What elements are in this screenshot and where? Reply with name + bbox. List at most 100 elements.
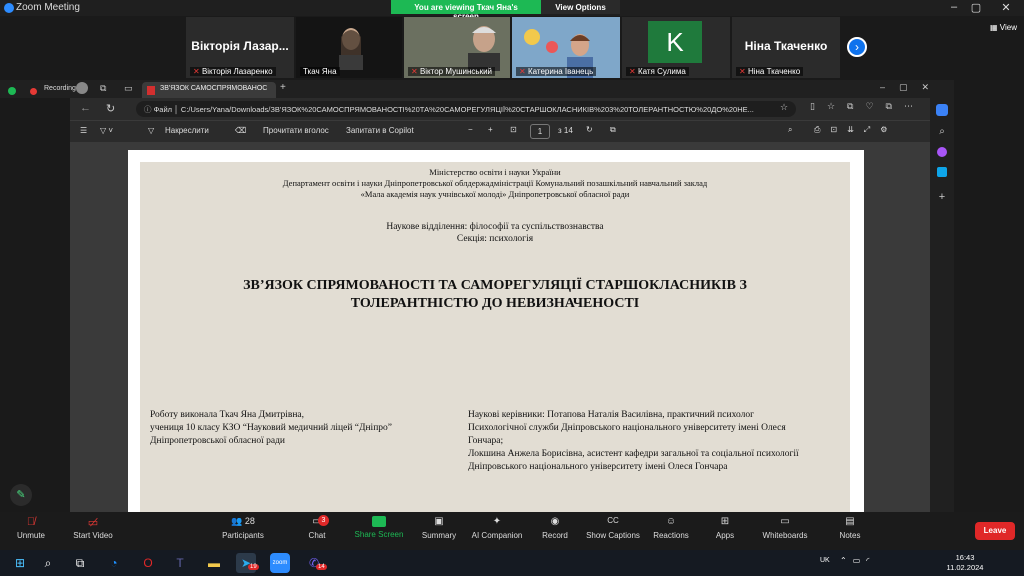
notes-icon: ▤: [845, 516, 855, 527]
page-number-input[interactable]: 1: [530, 124, 550, 139]
back-icon[interactable]: ←: [80, 102, 91, 114]
workspaces-icon[interactable]: ⧉: [100, 83, 106, 94]
participant-display-name: Вікторія Лазар...: [191, 39, 289, 53]
new-tab-button[interactable]: +: [280, 82, 286, 93]
tray-icons[interactable]: ⌃▭◜: [840, 556, 875, 565]
language-indicator[interactable]: UK: [820, 557, 830, 564]
telegram-badge: 19: [248, 564, 259, 570]
summary-icon: ▣: [434, 516, 444, 527]
task-view-icon[interactable]: ⧉: [70, 553, 90, 573]
search-icon[interactable]: ⌕: [788, 125, 792, 135]
view-options-button[interactable]: View Options: [541, 0, 620, 14]
chat-badge: 3: [318, 515, 329, 526]
participant-tile[interactable]: Ткач Яна: [296, 17, 402, 78]
add-icon[interactable]: +: [930, 191, 954, 203]
teams-icon[interactable]: T: [170, 553, 190, 573]
header-line-2: Департамент освіти і науки Дніпропетровс…: [282, 178, 708, 188]
telegram-icon[interactable]: ➤: [236, 553, 256, 573]
annotate-pen-icon[interactable]: ✎: [10, 484, 32, 506]
edge-sidebar: ⌕ +: [930, 98, 954, 512]
viber-icon[interactable]: ✆: [304, 553, 324, 573]
outlook-icon[interactable]: [937, 167, 947, 177]
shield-icon: [8, 87, 16, 95]
unmute-button[interactable]: 🎙̸ Unmute: [0, 516, 66, 540]
chat-label: Chat: [308, 531, 326, 540]
start-video-label: Start Video: [73, 531, 113, 540]
games-icon[interactable]: [937, 147, 947, 157]
browser-window-controls[interactable]: –▢✕: [880, 82, 943, 93]
mic-muted-icon: ✕: [739, 67, 746, 76]
record-label: Record: [542, 531, 568, 540]
participant-name: Катерина Іванець: [527, 67, 594, 76]
url-input[interactable]: ⓘ Файл │ C:/Users/Yana/Downloads/ЗВ'ЯЗОК…: [136, 101, 796, 117]
supervisor-line-5: Дніпровського національного університету…: [468, 462, 728, 472]
file-explorer-icon[interactable]: ▬: [204, 553, 224, 573]
opera-icon[interactable]: O: [138, 553, 158, 573]
draw-icon[interactable]: ▽: [148, 126, 154, 135]
participant-name: Вікторія Лазаренко: [201, 67, 273, 76]
zoom-out-icon[interactable]: −: [468, 125, 473, 134]
author-line-2: учениця 10 класу КЗО “Науковий медичний …: [150, 423, 392, 433]
ask-copilot-button[interactable]: Запитати в Copilot: [346, 126, 414, 135]
notes-button[interactable]: ▤ Notes: [815, 516, 885, 540]
zoom-taskbar-icon[interactable]: zoom: [270, 553, 290, 573]
ai-companion-label: AI Companion: [471, 531, 523, 540]
participant-video: [339, 28, 363, 70]
search-icon[interactable]: ⌕: [930, 126, 954, 137]
mic-muted-icon: ✕: [411, 67, 418, 76]
rotate-icon[interactable]: ↻: [586, 125, 593, 134]
leave-button[interactable]: Leave: [975, 522, 1015, 540]
browser-tab[interactable]: ЗВ'ЯЗОК САМОСПРЯМОВАНОС: [142, 82, 276, 98]
favorite-star-icon[interactable]: ☆: [780, 102, 788, 113]
section-line-2: Секція: психологія: [456, 234, 534, 244]
page-view-icon[interactable]: ⧉: [610, 125, 616, 135]
zoom-in-icon[interactable]: +: [488, 125, 493, 134]
view-label: View: [999, 23, 1017, 32]
mic-off-icon: 🎙̸: [26, 516, 36, 528]
minimize-icon[interactable]: –: [944, 1, 964, 13]
filter-icon[interactable]: ▽ ˅: [100, 126, 113, 135]
search-icon[interactable]: ⌕: [38, 553, 58, 573]
info-icon: ⓘ: [144, 105, 152, 114]
participant-tile[interactable]: K ✕ Катя Сулима: [622, 17, 730, 78]
maximize-icon[interactable]: ▢: [966, 1, 986, 14]
tab-actions-icon[interactable]: ▭: [124, 83, 133, 94]
view-button[interactable]: ▦ View: [990, 23, 1017, 32]
participant-name: Віктор Мушинський: [419, 67, 492, 76]
participant-tile[interactable]: ✕ Віктор Мушинський: [404, 17, 510, 78]
participant-tile[interactable]: ✕ Катерина Іванець: [512, 17, 620, 78]
edge-icon[interactable]: ◔: [104, 553, 124, 573]
captions-icon: CC: [607, 516, 619, 525]
close-icon[interactable]: ✕: [996, 1, 1016, 14]
next-page-icon[interactable]: ›: [847, 37, 867, 57]
fit-page-icon[interactable]: ⊡: [510, 125, 517, 134]
start-video-button[interactable]: ▭̸ Start Video: [58, 516, 128, 540]
print-save-icons[interactable]: ⎙⊡⇊⤢⚙: [814, 125, 897, 135]
mic-muted-icon: ✕: [193, 67, 200, 76]
browser-extension-icons[interactable]: ▯☆⧉♡⧉⋯: [810, 101, 925, 112]
chat-button[interactable]: ▭ Chat: [282, 516, 352, 540]
draw-button[interactable]: Накреслити: [165, 126, 209, 135]
supervisor-line-4: Локшина Анжела Борисівна, асистент кафед…: [468, 449, 799, 459]
page-count-label: з 14: [558, 126, 573, 135]
read-aloud-button[interactable]: Прочитати вголос: [263, 126, 329, 135]
clock[interactable]: 16:43 11.02.2024: [940, 553, 990, 573]
participant-name: Ніна Ткаченко: [747, 67, 801, 76]
apps-label: Apps: [715, 531, 735, 540]
participants-button[interactable]: 👥 28 Participants: [208, 516, 278, 540]
pdf-toolbar: ☰ ▽ ˅ ▽ Накреслити ⌫ Прочитати вголос За…: [70, 120, 954, 142]
contents-icon[interactable]: ☰: [80, 126, 87, 135]
participant-video: [468, 26, 500, 71]
pdf-icon: [147, 86, 155, 95]
participant-tile[interactable]: Ніна Ткаченко ✕ Ніна Ткаченко: [732, 17, 840, 78]
whiteboards-label: Whiteboards: [762, 531, 808, 540]
windows-start-icon[interactable]: ⊞: [10, 553, 30, 573]
copilot-icon[interactable]: [936, 104, 948, 116]
participant-tile[interactable]: Вікторія Лазар... ✕ Вікторія Лазаренко: [186, 17, 294, 78]
whiteboards-button[interactable]: ▭ Whiteboards: [750, 516, 820, 540]
eraser-icon[interactable]: ⌫: [235, 126, 246, 135]
refresh-icon[interactable]: ↻: [106, 102, 115, 115]
author-line-3: Дніпропетровської обласної ради: [150, 436, 285, 446]
viber-badge: 14: [316, 564, 327, 570]
profile-avatar[interactable]: [76, 82, 88, 94]
